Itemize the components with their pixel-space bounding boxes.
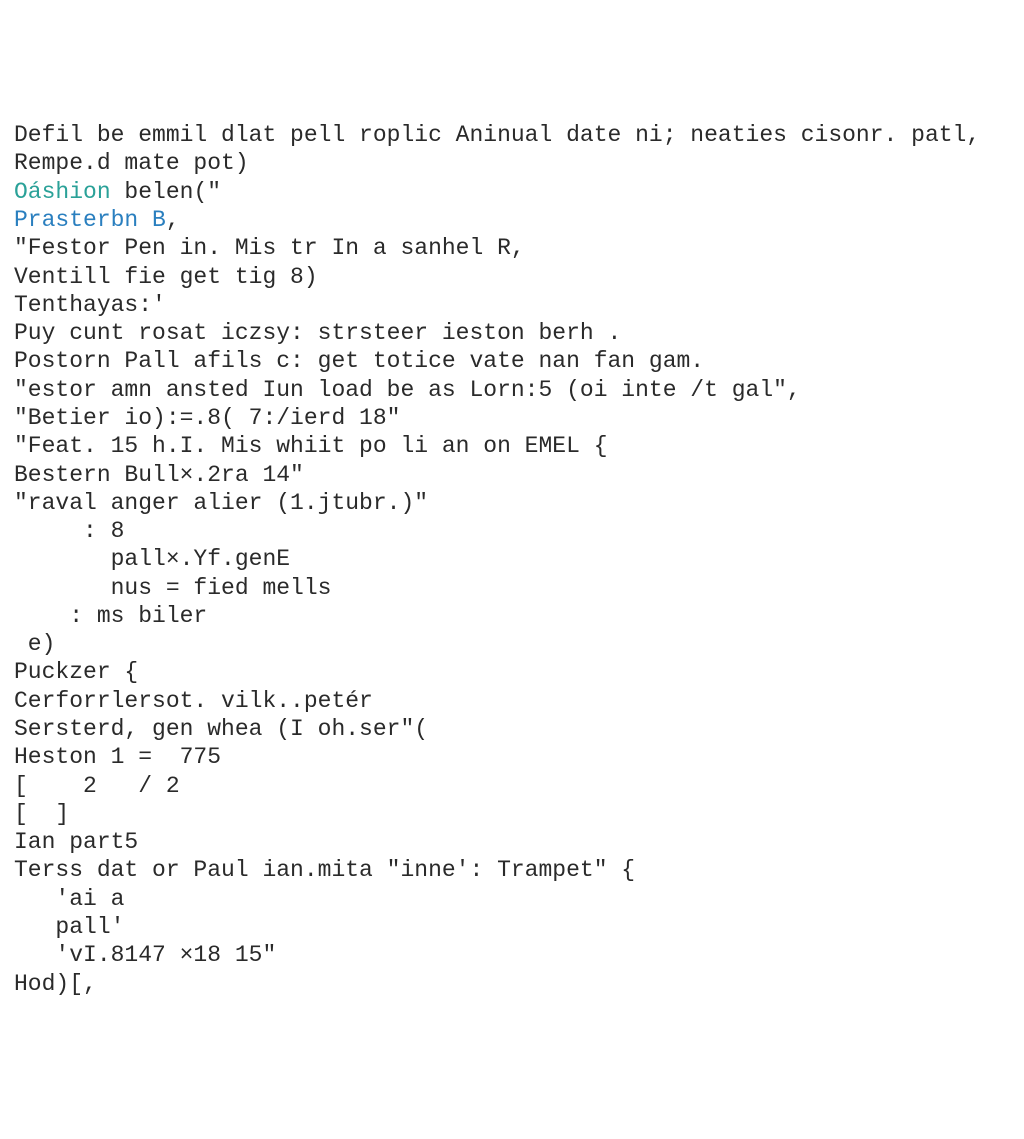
identifier-token: Prasterbn B [14, 207, 166, 233]
code-line: Heston 1 = 775 [14, 743, 1010, 771]
code-line: "raval anger alier (1.jtubr.)" [14, 489, 1010, 517]
code-line: Postorn Pall afils c: get totice vate na… [14, 347, 1010, 375]
identifier-token: Oáshion [14, 179, 111, 205]
code-line: 'vI.8147 ×18 15" [14, 941, 1010, 969]
code-line: Oáshion belen(" [14, 178, 1010, 206]
code-block: Defil be emmil dlat pell roplic Aninual … [14, 121, 1010, 998]
code-line: Rempe.d mate pot) [14, 149, 1010, 177]
code-line: Cerforrlersot. vilk..petér [14, 687, 1010, 715]
code-line: Tenthayas:' [14, 291, 1010, 319]
code-line: Terss dat or Paul ian.mita "inne': Tramp… [14, 856, 1010, 884]
code-line: : 8 [14, 517, 1010, 545]
code-line: Bestern Bull×.2ra 14" [14, 461, 1010, 489]
code-line: Ian part5 [14, 828, 1010, 856]
code-line: e) [14, 630, 1010, 658]
code-line: "estor amn ansted Iun load be as Lorn:5 … [14, 376, 1010, 404]
code-line: nus = fied mells [14, 574, 1010, 602]
code-line: : ms biler [14, 602, 1010, 630]
code-line: pall×.Yf.genE [14, 545, 1010, 573]
code-text: belen(" [111, 179, 221, 205]
code-line: Puy cunt rosat iczsy: strsteer ieston be… [14, 319, 1010, 347]
code-text: , [166, 207, 180, 233]
code-line: "Feat. 15 h.I. Mis whiit po li an on EME… [14, 432, 1010, 460]
code-line: Sersterd, gen whea (I oh.ser"( [14, 715, 1010, 743]
code-line: [ ] [14, 800, 1010, 828]
code-line: Ventill fie get tig 8) [14, 263, 1010, 291]
code-line: Hod)[, [14, 970, 1010, 998]
code-line: pall' [14, 913, 1010, 941]
code-line: [ 2 / 2 [14, 772, 1010, 800]
code-line: Defil be emmil dlat pell roplic Aninual … [14, 121, 1010, 149]
code-line: Puckzer { [14, 658, 1010, 686]
code-line: "Betier io):=.8( 7:/ierd 18" [14, 404, 1010, 432]
code-line: "Festor Pen in. Mis tr In a sanhel R, [14, 234, 1010, 262]
code-line: Prasterbn B, [14, 206, 1010, 234]
code-line: 'ai a [14, 885, 1010, 913]
